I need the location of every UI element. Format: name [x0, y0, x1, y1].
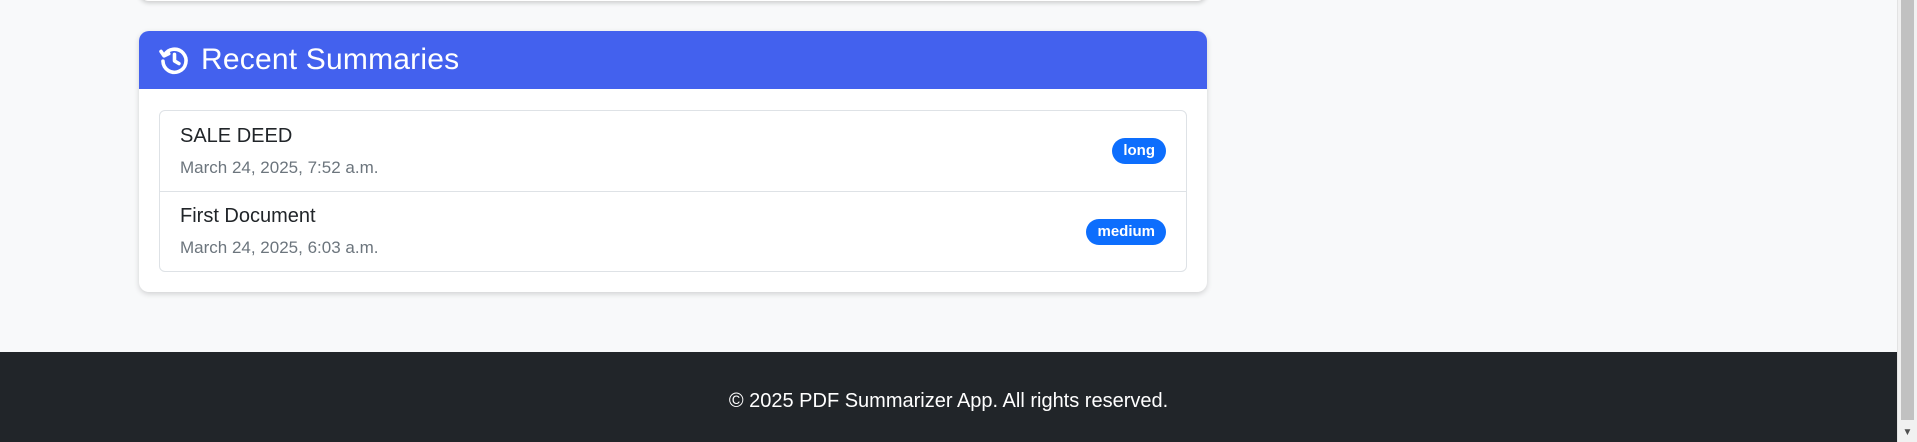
length-badge: long: [1112, 138, 1166, 164]
previous-card-edge: [139, 0, 1207, 1]
length-badge: medium: [1086, 218, 1166, 245]
scroll-down-arrow-icon[interactable]: ▼: [1898, 424, 1917, 442]
footer-copyright: © 2025 PDF Summarizer App. All rights re…: [728, 389, 1169, 412]
summary-title[interactable]: First Document: [180, 204, 378, 228]
item-text: First Document March 24, 2025, 6:03 a.m.: [180, 204, 378, 259]
summaries-list: SALE DEED March 24, 2025, 7:52 a.m. long…: [159, 110, 1187, 272]
list-item[interactable]: First Document March 24, 2025, 6:03 a.m.…: [160, 191, 1186, 271]
page-viewport: Recent Summaries SALE DEED March 24, 202…: [0, 0, 1897, 442]
scrollbar-thumb[interactable]: [1901, 0, 1914, 420]
card-header: Recent Summaries: [139, 31, 1207, 89]
footer: © 2025 PDF Summarizer App. All rights re…: [0, 352, 1897, 442]
summary-date: March 24, 2025, 6:03 a.m.: [180, 238, 379, 257]
card-body: SALE DEED March 24, 2025, 7:52 a.m. long…: [139, 89, 1207, 292]
history-icon: [159, 46, 188, 74]
recent-summaries-card: Recent Summaries SALE DEED March 24, 202…: [139, 31, 1207, 292]
summary-title[interactable]: SALE DEED: [180, 124, 378, 148]
vertical-scrollbar[interactable]: ▼: [1897, 0, 1917, 442]
item-text: SALE DEED March 24, 2025, 7:52 a.m.: [180, 124, 378, 179]
list-item[interactable]: SALE DEED March 24, 2025, 7:52 a.m. long: [160, 111, 1186, 191]
summary-date: March 24, 2025, 7:52 a.m.: [180, 157, 379, 177]
card-title: Recent Summaries: [201, 43, 460, 76]
